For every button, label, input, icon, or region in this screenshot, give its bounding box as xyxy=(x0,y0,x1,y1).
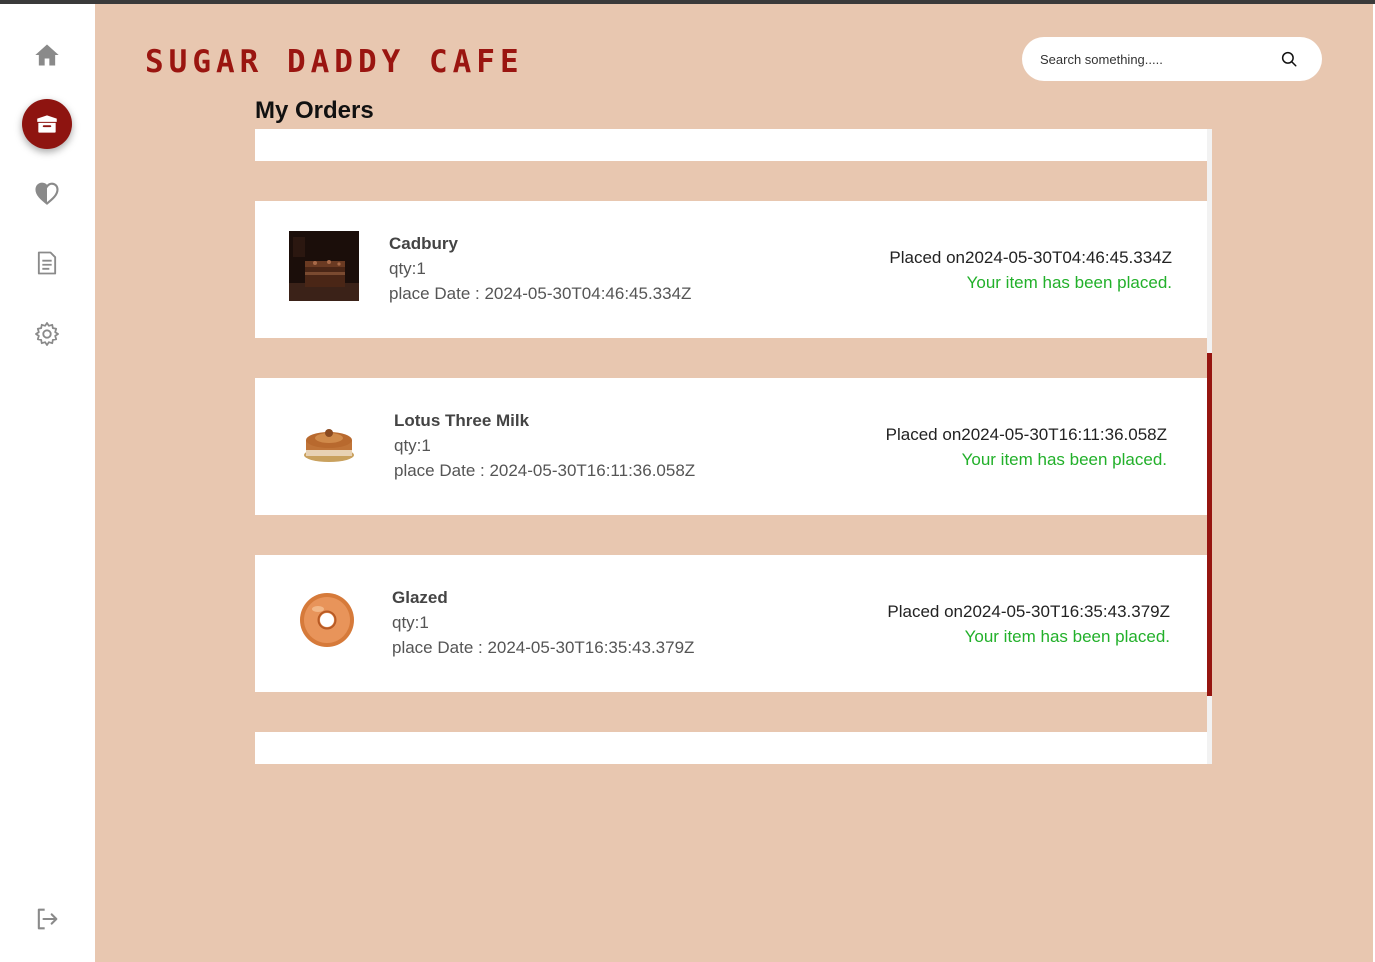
gear-icon xyxy=(35,322,59,346)
order-place-date: place Date : 2024-05-30T16:11:36.058Z xyxy=(394,461,696,480)
order-status-message: Your item has been placed. xyxy=(966,273,1172,292)
heart-icon xyxy=(35,182,59,205)
order-placed-on: Placed on2024-05-30T04:46:45.334Z xyxy=(889,248,1172,267)
main-content: SUGAR DADDY CAFE My Orders Cadb xyxy=(95,4,1373,962)
nav-documents[interactable] xyxy=(22,238,72,288)
order-qty: qty:1 xyxy=(394,436,431,455)
document-icon xyxy=(37,251,57,275)
order-status-message: Your item has been placed. xyxy=(961,450,1167,469)
order-item-name: Lotus Three Milk xyxy=(394,411,530,430)
order-status: Placed on2024-05-30T16:35:43.379Z Your i… xyxy=(887,599,1170,649)
brownie-image xyxy=(289,231,359,301)
order-place-date: place Date : 2024-05-30T04:46:45.334Z xyxy=(389,284,692,303)
order-placed-on: Placed on2024-05-30T16:35:43.379Z xyxy=(887,602,1170,621)
box-icon xyxy=(37,115,57,133)
logout-icon xyxy=(37,908,58,930)
order-status-message: Your item has been placed. xyxy=(964,627,1170,646)
nav-settings[interactable] xyxy=(22,309,72,359)
nav-home[interactable] xyxy=(22,30,72,80)
order-item-name: Cadbury xyxy=(389,234,458,253)
search-bar xyxy=(1022,37,1322,81)
search-icon[interactable] xyxy=(1280,50,1298,68)
order-details: Lotus Three Milk qty:1 place Date : 2024… xyxy=(394,408,695,483)
order-place-date: place Date : 2024-05-30T16:35:43.379Z xyxy=(392,638,695,657)
order-details: Cadbury qty:1 place Date : 2024-05-30T04… xyxy=(389,231,691,306)
brand-logo[interactable]: SUGAR DADDY CAFE xyxy=(145,40,524,84)
order-qty: qty:1 xyxy=(392,613,429,632)
order-card: Glazed qty:1 place Date : 2024-05-30T16:… xyxy=(255,555,1207,692)
page-title: My Orders xyxy=(255,97,374,124)
home-icon xyxy=(35,44,59,66)
sidebar xyxy=(0,4,95,962)
order-card: Cadbury qty:1 place Date : 2024-05-30T04… xyxy=(255,201,1207,338)
order-card-partial xyxy=(255,129,1207,161)
orders-list[interactable]: Cadbury qty:1 place Date : 2024-05-30T04… xyxy=(255,129,1212,764)
order-status: Placed on2024-05-30T16:11:36.058Z Your i… xyxy=(886,422,1167,472)
order-item-name: Glazed xyxy=(392,588,448,607)
logout-button[interactable] xyxy=(22,894,72,944)
cake-image xyxy=(304,429,354,462)
donut-image xyxy=(300,593,354,647)
order-status: Placed on2024-05-30T04:46:45.334Z Your i… xyxy=(889,245,1172,295)
order-qty: qty:1 xyxy=(389,259,426,278)
order-details: Glazed qty:1 place Date : 2024-05-30T16:… xyxy=(392,585,694,660)
nav-orders[interactable] xyxy=(22,99,72,149)
nav-favorites[interactable] xyxy=(22,168,72,218)
order-card: Lotus Three Milk qty:1 place Date : 2024… xyxy=(255,378,1207,515)
scrollbar-thumb[interactable] xyxy=(1207,353,1212,696)
order-placed-on: Placed on2024-05-30T16:11:36.058Z xyxy=(885,425,1167,444)
search-input[interactable] xyxy=(1040,37,1270,81)
order-card-partial xyxy=(255,732,1207,764)
